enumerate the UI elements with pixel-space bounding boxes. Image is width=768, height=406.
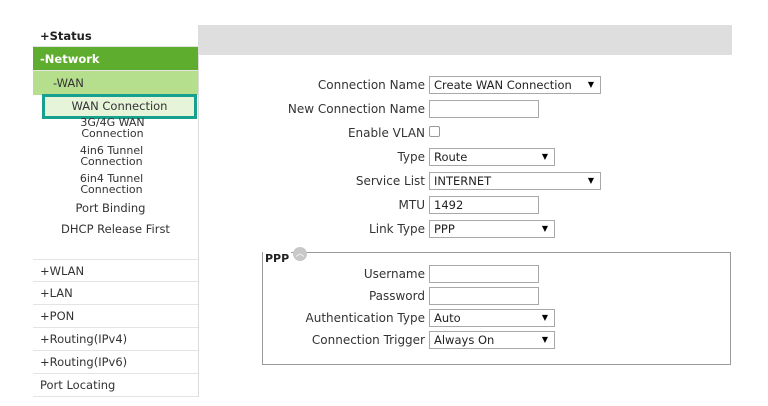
triangle-down-icon: ▼	[587, 80, 594, 89]
submenu-4in6-tunnel[interactable]: 4in6 Tunnel Connection	[25, 145, 198, 167]
type-label: Type	[397, 150, 425, 164]
type-select[interactable]: Route ▼	[429, 148, 555, 166]
triangle-down-icon: ▼	[541, 224, 548, 233]
submenu-4in6-line2: Connection	[80, 155, 143, 168]
content-header-bar	[199, 25, 732, 55]
service-list-value: INTERNET	[434, 174, 492, 188]
connection-trigger-value: Always On	[434, 333, 495, 347]
ppp-legend: PPP	[263, 252, 292, 265]
submenu-6in4-tunnel[interactable]: 6in4 Tunnel Connection	[25, 173, 198, 195]
new-connection-name-input[interactable]	[429, 100, 539, 118]
link-type-select[interactable]: PPP ▼	[429, 220, 555, 238]
auth-type-value: Auto	[434, 311, 461, 325]
type-value: Route	[434, 150, 468, 164]
password-input[interactable]	[429, 287, 539, 305]
mtu-label: MTU	[398, 198, 425, 212]
service-list-select[interactable]: INTERNET ▼	[429, 172, 601, 190]
sidebar-item-routing-ipv6[interactable]: +Routing(IPv6)	[33, 351, 198, 374]
submenu-3g4g-wan-line2: Connection	[81, 127, 144, 140]
username-input[interactable]	[429, 265, 539, 283]
sidebar-nav: +Status -Network -WAN WAN Connection 3G/…	[33, 25, 199, 397]
sidebar-item-wlan[interactable]: +WLAN	[33, 259, 198, 282]
sidebar-item-wan[interactable]: -WAN	[33, 71, 198, 95]
submenu-port-binding[interactable]: Port Binding	[23, 202, 198, 214]
triangle-down-icon: ▼	[587, 176, 594, 185]
connection-trigger-select[interactable]: Always On ▼	[429, 331, 555, 349]
auth-type-label: Authentication Type	[305, 311, 425, 325]
link-type-value: PPP	[434, 222, 455, 236]
submenu-6in4-line2: Connection	[80, 183, 143, 196]
service-list-label: Service List	[355, 174, 425, 188]
connection-trigger-label: Connection Trigger	[311, 333, 425, 347]
connection-name-label: Connection Name	[317, 78, 425, 92]
connection-name-value: Create WAN Connection	[434, 78, 572, 92]
enable-vlan-label: Enable VLAN	[347, 126, 425, 140]
chevron-up-icon[interactable]: ︿	[293, 247, 307, 261]
sidebar-item-routing-ipv4[interactable]: +Routing(IPv4)	[33, 328, 198, 351]
password-label: Password	[368, 289, 425, 303]
connection-name-select[interactable]: Create WAN Connection ▼	[429, 76, 601, 94]
triangle-down-icon: ▼	[541, 313, 548, 322]
sidebar-item-pon[interactable]: +PON	[33, 305, 198, 328]
sidebar-item-network[interactable]: -Network	[33, 47, 198, 71]
mtu-input[interactable]: 1492	[429, 196, 539, 214]
triangle-down-icon: ▼	[541, 152, 548, 161]
wan-submenu: WAN Connection 3G/4G WAN Connection 4in6 …	[33, 94, 198, 259]
link-type-label: Link Type	[369, 222, 425, 236]
auth-type-select[interactable]: Auto ▼	[429, 309, 555, 327]
sidebar-item-status[interactable]: +Status	[33, 25, 198, 47]
sidebar-item-port-locating[interactable]: Port Locating	[33, 374, 198, 397]
submenu-dhcp-release-first[interactable]: DHCP Release First	[33, 223, 198, 235]
enable-vlan-checkbox[interactable]	[429, 126, 440, 137]
sidebar-item-lan[interactable]: +LAN	[33, 282, 198, 305]
username-label: Username	[363, 267, 425, 281]
new-connection-name-label: New Connection Name	[287, 102, 425, 116]
submenu-3g4g-wan[interactable]: 3G/4G WAN Connection	[27, 117, 198, 139]
triangle-down-icon: ▼	[541, 335, 548, 344]
